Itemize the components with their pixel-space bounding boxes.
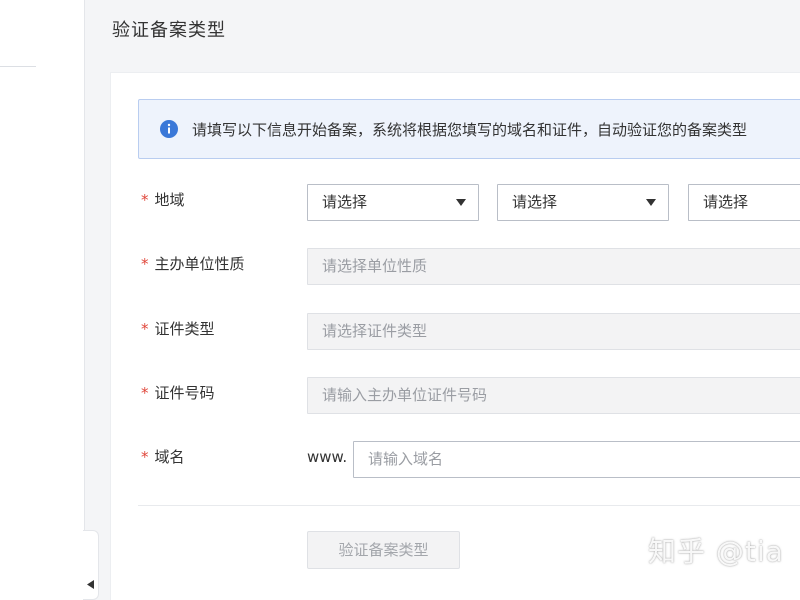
info-notice: 请填写以下信息开始备案，系统将根据您填写的域名和证件，自动验证您的备案类型: [138, 99, 800, 159]
chevron-left-icon: [87, 580, 94, 589]
cert-number-input[interactable]: 请输入主办单位证件号码: [307, 377, 800, 414]
region-province-value: 请选择: [322, 193, 368, 211]
watermark: 知乎 @tia: [648, 535, 784, 568]
org-type-select[interactable]: 请选择单位性质: [307, 248, 800, 285]
region-province-select[interactable]: 请选择: [307, 184, 479, 221]
page-title: 验证备案类型: [112, 20, 226, 41]
required-mark: *: [141, 384, 149, 402]
left-sidebar: [0, 0, 85, 600]
cert-number-label-text: 证件号码: [154, 384, 215, 402]
org-type-label-text: 主办单位性质: [154, 255, 245, 273]
region-district-value: 请选择: [703, 193, 749, 211]
page-header: 验证备案类型: [86, 0, 800, 58]
required-mark: *: [141, 191, 149, 209]
required-mark: *: [141, 320, 149, 338]
region-district-select[interactable]: 请选择: [688, 184, 800, 221]
domain-prefix: www.: [307, 448, 348, 466]
domain-label: * 域名: [141, 437, 185, 477]
required-mark: *: [141, 255, 149, 273]
cert-number-row: * 证件号码 请输入主办单位证件号码: [111, 373, 800, 414]
info-icon: [160, 120, 178, 138]
org-type-label: * 主办单位性质: [141, 244, 245, 284]
sidebar-collapse-button[interactable]: [83, 530, 99, 600]
required-mark: *: [141, 448, 149, 466]
cert-type-label: * 证件类型: [141, 309, 215, 349]
cert-number-label: * 证件号码: [141, 373, 215, 413]
region-row: * 地域 请选择 请选择 请选择: [111, 180, 800, 221]
sidebar-divider: [0, 66, 36, 67]
region-label-text: 地域: [154, 191, 185, 209]
org-type-row: * 主办单位性质 请选择单位性质: [111, 244, 800, 285]
verify-record-type-button[interactable]: 验证备案类型: [307, 531, 460, 569]
region-city-value: 请选择: [512, 193, 558, 211]
region-label: * 地域: [141, 180, 185, 220]
region-city-select[interactable]: 请选择: [497, 184, 669, 221]
cert-type-label-text: 证件类型: [154, 320, 215, 338]
form-divider: [138, 505, 800, 506]
chevron-down-icon: [646, 199, 656, 206]
domain-row: * 域名 www. 请输入域名: [111, 437, 800, 478]
domain-label-text: 域名: [154, 448, 185, 466]
cert-type-row: * 证件类型 请选择证件类型: [111, 309, 800, 350]
domain-input[interactable]: 请输入域名: [353, 441, 800, 478]
app-root: 验证备案类型 请填写以下信息开始备案，系统将根据您填写的域名和证件，自动验证您的…: [0, 0, 800, 600]
cert-type-select[interactable]: 请选择证件类型: [307, 313, 800, 350]
form-card: 请填写以下信息开始备案，系统将根据您填写的域名和证件，自动验证您的备案类型 * 地…: [110, 72, 800, 600]
notice-text: 请填写以下信息开始备案，系统将根据您填写的域名和证件，自动验证您的备案类型: [192, 120, 748, 139]
chevron-down-icon: [456, 199, 466, 206]
